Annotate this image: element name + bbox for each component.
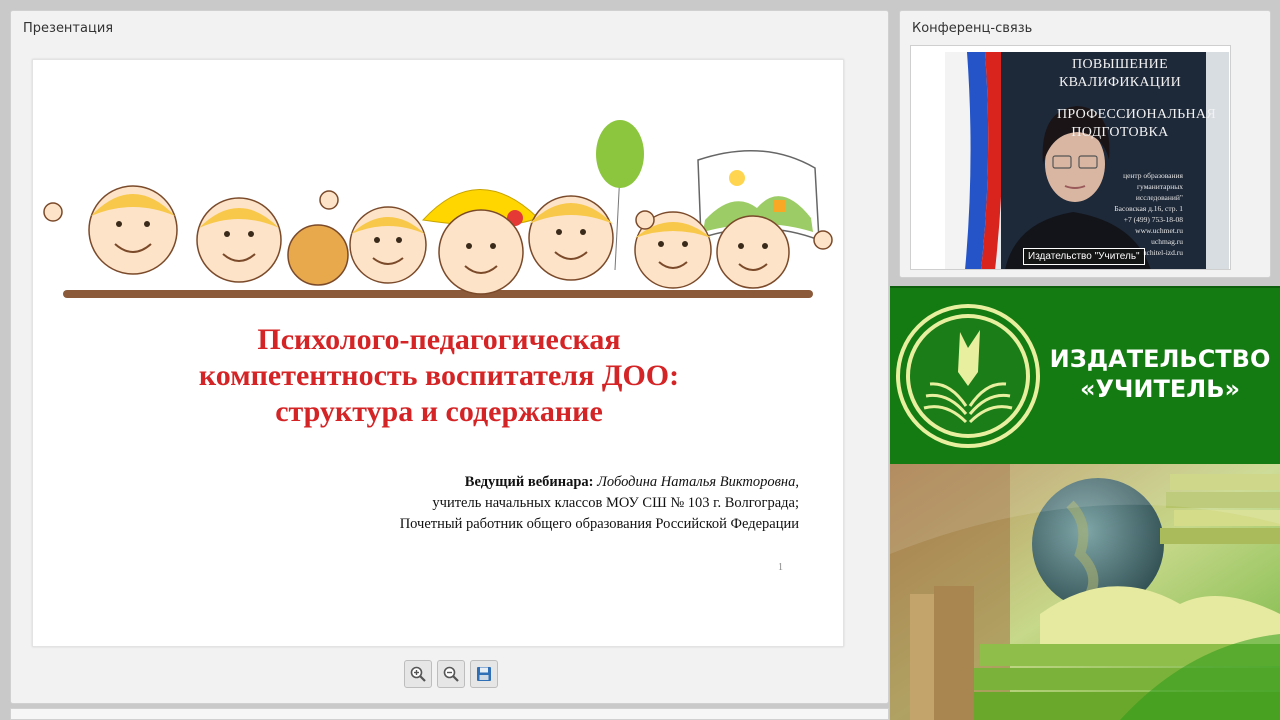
banner-line-2: КВАЛИФИКАЦИИ xyxy=(1058,75,1182,90)
publisher-name-line-1: ИЗДАТЕЛЬСТВО xyxy=(1049,345,1271,373)
banner-contacts: центр образования гуманитарных исследова… xyxy=(1113,170,1183,258)
slide-title: Психолого-педагогическая компетентность … xyxy=(33,322,843,430)
banner-contact-5: www.uchmet.ru xyxy=(1135,226,1183,235)
presentation-slide: Психолого-педагогическая компетентность … xyxy=(32,59,844,647)
children-illustration xyxy=(43,120,833,298)
banner-text: ПОВЫШЕНИЕ КВАЛИФИКАЦИИ ПРОФЕССИОНАЛЬНАЯ … xyxy=(1057,56,1216,142)
presentation-panel-title: Презентация xyxy=(23,21,114,36)
save-button[interactable] xyxy=(470,660,498,688)
slide-title-line-3: структура и содержание xyxy=(275,395,603,428)
slide-title-line-2: компетентность воспитателя ДОО: xyxy=(198,359,680,392)
presenter-info: Ведущий вебинара: Лободина Наталья Викто… xyxy=(400,472,799,535)
banner-contact-3: Басовская д.16, стр. 1 xyxy=(1114,204,1183,213)
zoom-in-icon xyxy=(410,666,426,682)
banner-contact-4: +7 (499) 753-18-08 xyxy=(1123,215,1183,224)
video-frame: ПОВЫШЕНИЕ КВАЛИФИКАЦИИ ПРОФЕССИОНАЛЬНАЯ … xyxy=(945,52,1229,269)
banner-contact-1: центр образования xyxy=(1123,171,1183,180)
presenter-label: Ведущий вебинара: xyxy=(464,474,594,490)
zoom-out-button[interactable] xyxy=(437,660,465,688)
publisher-name: ИЗДАТЕЛЬСТВО «УЧИТЕЛЬ» xyxy=(1040,344,1280,404)
participant-name-tag: Издательство "Учитель" xyxy=(1023,248,1145,265)
presenter-name: Лободина Наталья Викторовна xyxy=(597,474,796,490)
banner-contact-2: гуманитарных исследований" xyxy=(1135,182,1183,202)
slide-page-number: 1 xyxy=(778,562,783,573)
presentation-panel: Презентация Психолого-педагогическая ком… xyxy=(10,10,889,704)
zoom-in-button[interactable] xyxy=(404,660,432,688)
conference-panel: Конференц-связь ПОВЫШЕНИЕ КВАЛИФИКАЦИИ П… xyxy=(899,10,1271,278)
publisher-brand-banner: ИЗДАТЕЛЬСТВО «УЧИТЕЛЬ» xyxy=(890,286,1280,464)
banner-line-4: ПОДГОТОВКА xyxy=(1071,125,1169,140)
video-feed[interactable]: ПОВЫШЕНИЕ КВАЛИФИКАЦИИ ПРОФЕССИОНАЛЬНАЯ … xyxy=(910,45,1231,270)
presenter-title: Почетный работник общего образования Рос… xyxy=(399,516,799,532)
publisher-name-line-2: «УЧИТЕЛЬ» xyxy=(1080,375,1240,403)
books-illustration xyxy=(890,464,1280,720)
presenter-role: учитель начальных классов МОУ СШ № 103 г… xyxy=(432,495,799,511)
publisher-logo-icon xyxy=(896,304,1040,448)
banner-contact-6: uchmag.ru xyxy=(1151,237,1183,246)
zoom-out-icon xyxy=(443,666,459,682)
presenter-name-suffix: , xyxy=(795,474,799,490)
conference-panel-title: Конференц-связь xyxy=(912,21,1033,36)
bottom-panel-edge xyxy=(10,708,889,720)
banner-line-3: ПРОФЕССИОНАЛЬНАЯ xyxy=(1057,107,1216,122)
slide-title-line-1: Психолого-педагогическая xyxy=(257,323,621,356)
banner-line-1: ПОВЫШЕНИЕ xyxy=(1072,57,1168,72)
save-icon xyxy=(477,667,491,681)
books-globe-image xyxy=(890,464,1280,720)
